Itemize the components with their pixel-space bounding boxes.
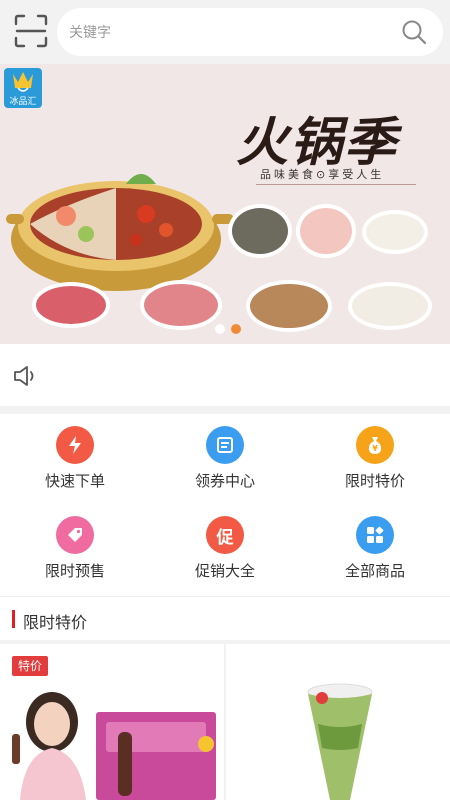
speaker-icon (14, 366, 34, 386)
promo-banner[interactable]: 冰品汇 火锅季 品味美食⊙享受人生 (0, 64, 450, 344)
scan-icon[interactable] (14, 14, 48, 48)
menu-label: 全部商品 (344, 562, 405, 580)
menu-quick-order[interactable]: 快速下单 (0, 414, 150, 500)
menu-coupon-center[interactable]: 领券中心 (150, 414, 300, 500)
menu-label: 限时特价 (344, 472, 405, 490)
section-header: 限时特价 (0, 596, 450, 640)
menu-label: 快速下单 (44, 472, 105, 490)
product-card[interactable] (226, 644, 450, 800)
grid-icon (356, 516, 394, 554)
promo-icon: 促 (206, 516, 244, 554)
carousel-dot-active[interactable] (231, 324, 241, 334)
sale-badge: 特价 (12, 656, 49, 676)
carousel-indicator[interactable] (211, 322, 251, 336)
top-bar: 关键字 (0, 0, 450, 64)
section-title: 限时特价 (23, 613, 88, 632)
banner-subtitle: 品味美食⊙享受人生 (260, 168, 385, 181)
menu-label: 促销大全 (194, 562, 255, 580)
shortcut-menu: 快速下单 领券中心 ¥ 限时特价 限时预售 促 促销大全 全部商品 (0, 414, 450, 596)
money-bag-icon: ¥ (356, 426, 394, 464)
crown-icon (13, 72, 33, 92)
menu-label: 领券中心 (194, 472, 255, 490)
tag-icon (56, 516, 94, 554)
menu-all-products[interactable]: 全部商品 (300, 504, 450, 590)
menu-label: 限时预售 (44, 562, 105, 580)
product-card[interactable]: 特价 (0, 644, 224, 800)
divider (256, 184, 416, 185)
menu-presale[interactable]: 限时预售 (0, 504, 150, 590)
notice-bar[interactable] (0, 344, 450, 406)
brand-logo: 冰品汇 (4, 68, 42, 108)
dish-image (32, 282, 110, 328)
dish-image (362, 210, 428, 254)
section-accent-bar (12, 610, 15, 628)
product-image (307, 683, 373, 800)
dish-image (140, 280, 222, 330)
lightning-icon (56, 426, 94, 464)
menu-flash-sale[interactable]: ¥ 限时特价 (300, 414, 450, 500)
search-input[interactable]: 关键字 (57, 8, 443, 56)
coupon-icon (206, 426, 244, 464)
carousel-dot[interactable] (215, 324, 225, 334)
dish-image (296, 204, 356, 258)
search-icon[interactable] (401, 19, 427, 45)
search-placeholder: 关键字 (69, 25, 111, 41)
banner-title: 火锅季 (236, 112, 399, 173)
menu-promotions[interactable]: 促 促销大全 (150, 504, 300, 590)
dish-image (228, 204, 292, 258)
dish-image (246, 280, 332, 332)
svg-text:¥: ¥ (372, 444, 378, 453)
hotpot-image (6, 174, 234, 291)
dish-image (348, 282, 432, 330)
